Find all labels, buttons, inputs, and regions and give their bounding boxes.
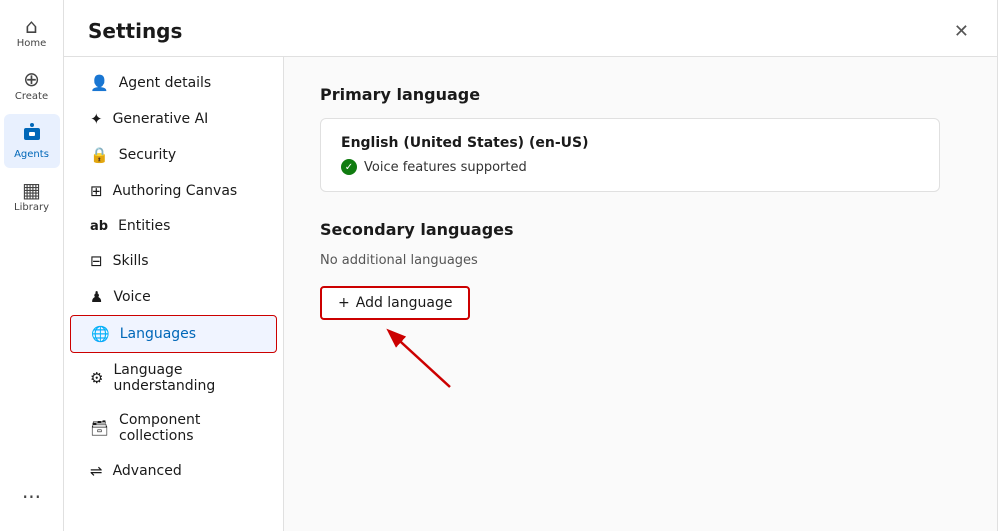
menu-label-security: Security xyxy=(119,147,177,163)
nav-label-home: Home xyxy=(17,38,47,49)
settings-body: 👤 Agent details ✦ Generative AI 🔒 Securi… xyxy=(64,57,997,531)
menu-label-skills: Skills xyxy=(113,253,149,269)
check-icon: ✓ xyxy=(341,159,357,175)
secondary-languages-section: Secondary languages No additional langua… xyxy=(320,220,961,320)
nav-item-more[interactable]: ··· xyxy=(4,479,60,515)
menu-item-entities[interactable]: ab Entities xyxy=(70,209,277,243)
nav-item-create[interactable]: ⊕ Create xyxy=(4,61,60,110)
content-area: Primary language English (United States)… xyxy=(284,57,997,531)
settings-header: Settings ✕ xyxy=(64,0,997,57)
nav-label-create: Create xyxy=(15,91,48,102)
add-language-container: + Add language xyxy=(320,286,470,320)
menu-item-language-understanding[interactable]: ⚙ Language understanding xyxy=(70,353,277,403)
menu-item-voice[interactable]: ♟ Voice xyxy=(70,279,277,315)
voice-supported-row: ✓ Voice features supported xyxy=(341,159,919,175)
menu-label-languages: Languages xyxy=(120,326,196,342)
nav-label-agents: Agents xyxy=(14,149,49,160)
menu-item-advanced[interactable]: ⇌ Advanced xyxy=(70,453,277,489)
advanced-icon: ⇌ xyxy=(90,462,103,480)
menu-label-language-understanding: Language understanding xyxy=(113,362,257,394)
settings-panel: Settings ✕ 👤 Agent details ✦ Generative … xyxy=(64,0,998,531)
voice-supported-label: Voice features supported xyxy=(364,160,527,175)
security-icon: 🔒 xyxy=(90,146,109,164)
no-languages-label: No additional languages xyxy=(320,253,961,268)
menu-item-security[interactable]: 🔒 Security xyxy=(70,137,277,173)
plus-icon: + xyxy=(338,295,350,311)
language-understanding-icon: ⚙ xyxy=(90,369,103,387)
left-nav-bar: ⌂ Home ⊕ Create Agents ▦ Library ··· xyxy=(0,0,64,531)
component-collections-icon: 🗃 xyxy=(90,419,109,437)
settings-title: Settings xyxy=(88,19,182,43)
add-language-label: Add language xyxy=(356,295,453,311)
nav-item-home[interactable]: ⌂ Home xyxy=(4,8,60,57)
primary-language-title: Primary language xyxy=(320,85,961,104)
languages-icon: 🌐 xyxy=(91,325,110,343)
primary-language-section: Primary language English (United States)… xyxy=(320,85,961,192)
skills-icon: ⊟ xyxy=(90,252,103,270)
generative-ai-icon: ✦ xyxy=(90,110,103,128)
menu-item-authoring-canvas[interactable]: ⊞ Authoring Canvas xyxy=(70,173,277,209)
settings-nav: 👤 Agent details ✦ Generative AI 🔒 Securi… xyxy=(64,57,284,531)
create-icon: ⊕ xyxy=(23,69,40,89)
voice-icon: ♟ xyxy=(90,288,103,306)
menu-label-generative-ai: Generative AI xyxy=(113,111,209,127)
menu-item-languages[interactable]: 🌐 Languages xyxy=(70,315,277,353)
menu-item-component-collections[interactable]: 🗃 Component collections xyxy=(70,403,277,453)
nav-item-library[interactable]: ▦ Library xyxy=(4,172,60,221)
menu-label-agent-details: Agent details xyxy=(119,75,212,91)
home-icon: ⌂ xyxy=(25,16,38,36)
annotation-arrow xyxy=(380,322,470,392)
menu-item-generative-ai[interactable]: ✦ Generative AI xyxy=(70,101,277,137)
menu-item-skills[interactable]: ⊟ Skills xyxy=(70,243,277,279)
menu-label-advanced: Advanced xyxy=(113,463,182,479)
entities-icon: ab xyxy=(90,219,108,234)
more-icon: ··· xyxy=(22,487,41,507)
nav-label-library: Library xyxy=(14,202,49,213)
menu-label-authoring-canvas: Authoring Canvas xyxy=(113,183,238,199)
menu-label-voice: Voice xyxy=(113,289,150,305)
primary-language-card: English (United States) (en-US) ✓ Voice … xyxy=(320,118,940,192)
close-button[interactable]: ✕ xyxy=(950,18,973,44)
menu-label-component-collections: Component collections xyxy=(119,412,257,444)
library-icon: ▦ xyxy=(22,180,41,200)
primary-language-name: English (United States) (en-US) xyxy=(341,135,919,151)
agents-icon xyxy=(21,122,43,147)
add-language-button[interactable]: + Add language xyxy=(320,286,470,320)
secondary-languages-title: Secondary languages xyxy=(320,220,961,239)
nav-item-agents[interactable]: Agents xyxy=(4,114,60,168)
authoring-canvas-icon: ⊞ xyxy=(90,182,103,200)
agent-details-icon: 👤 xyxy=(90,74,109,92)
menu-label-entities: Entities xyxy=(118,218,170,234)
menu-item-agent-details[interactable]: 👤 Agent details xyxy=(70,65,277,101)
